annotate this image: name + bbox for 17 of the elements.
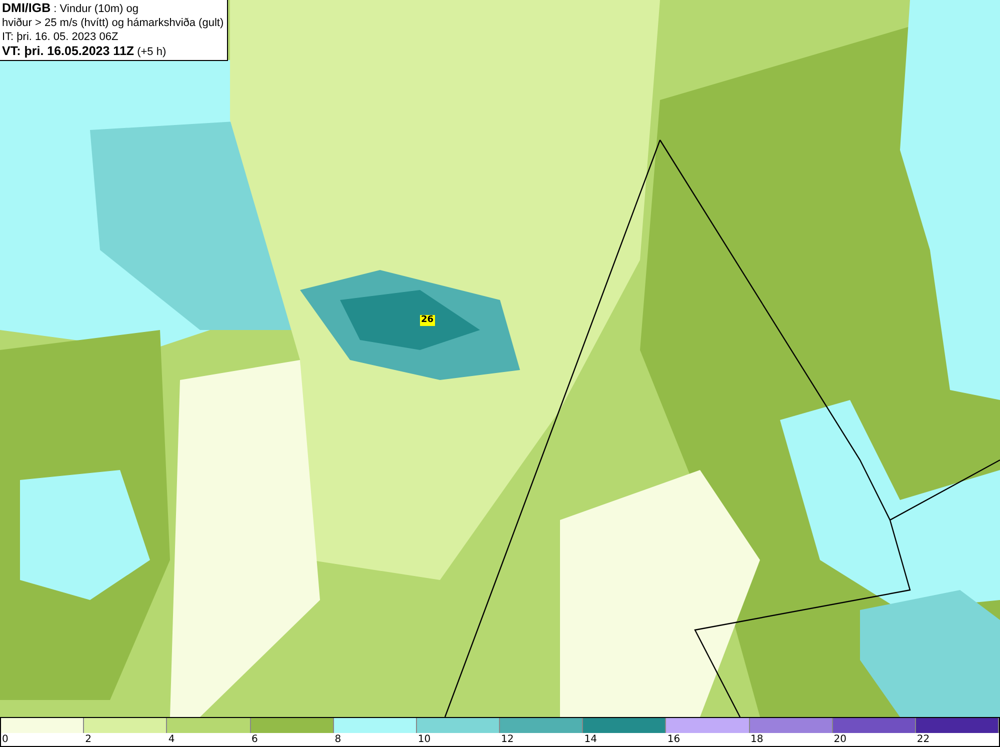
legend-label: 20 (832, 733, 846, 746)
legend-label: 12 (500, 733, 514, 746)
legend-label: 2 (84, 733, 92, 746)
legend-label: 8 (334, 733, 342, 746)
legend-label: 4 (167, 733, 175, 746)
legend-label: 16 (666, 733, 680, 746)
map-title: DMI/IGB : Vindur (10m) og (2, 1, 140, 16)
legend-label: 10 (416, 733, 431, 746)
legend-label: 0 (1, 733, 8, 746)
legend-label: 14 (583, 733, 597, 746)
max-gust-label: 26 (420, 315, 435, 326)
legend-label: 18 (750, 733, 764, 746)
map-subtitle: hviður > 25 m/s (hvítt) og hámarkshviða (gult) (2, 16, 225, 30)
valid-time: VT: þri. 16.05.2023 11Z (+5 h) (2, 44, 168, 59)
legend-label: 6 (250, 733, 258, 746)
legend-label: 22 (916, 733, 930, 746)
issue-time: IT: þri. 16. 05. 2023 06Z (2, 30, 120, 44)
